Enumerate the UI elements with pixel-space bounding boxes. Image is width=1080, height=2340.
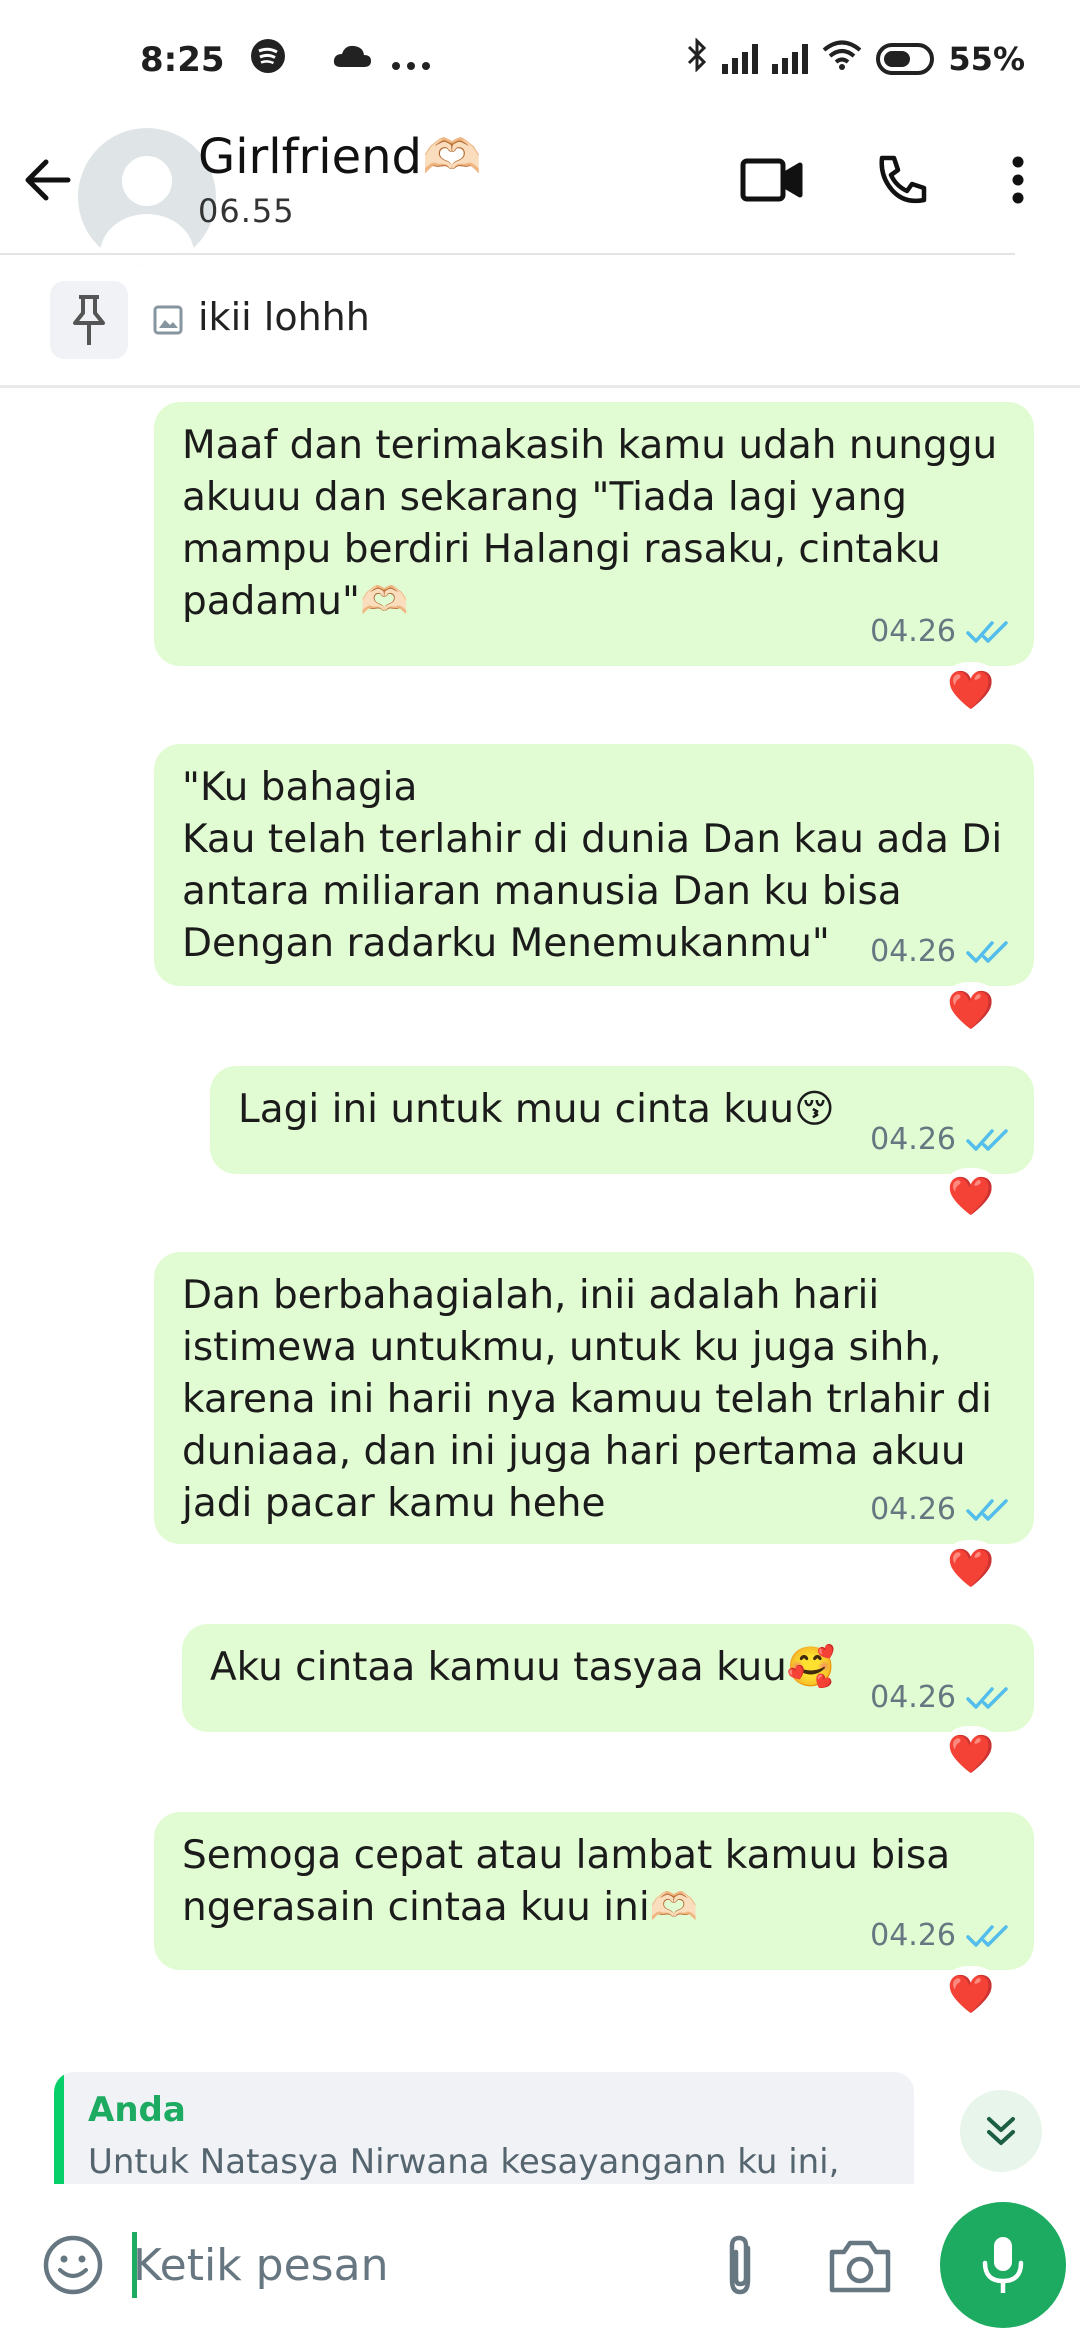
status-bar: 8:25 55% xyxy=(0,0,1080,120)
message-time: 04.26 xyxy=(870,1680,956,1715)
avatar-head-shape xyxy=(122,156,172,206)
more-dots-icon xyxy=(391,40,431,80)
double-chevron-down-icon xyxy=(987,2117,1015,2145)
contact-last-seen: 06.55 xyxy=(198,192,295,230)
contact-name[interactable]: Girlfriend🫶🏻 xyxy=(198,128,482,185)
heart-reaction-icon: ❤️ xyxy=(947,1971,995,2016)
paperclip-icon[interactable] xyxy=(712,2234,772,2298)
read-ticks-icon xyxy=(966,1925,1008,1947)
outgoing-message[interactable]: Lagi ini untuk muu cinta kuu😚 04.26 xyxy=(210,1066,1034,1174)
message-meta: 04.26 xyxy=(870,1672,1012,1724)
pin-icon[interactable] xyxy=(50,281,128,359)
reaction-badge[interactable]: ❤️ xyxy=(940,1540,1002,1596)
outgoing-message[interactable]: Aku cintaa kamuu tasyaa kuu🥰 04.26 xyxy=(182,1624,1034,1732)
heart-reaction-icon: ❤️ xyxy=(947,1545,995,1590)
status-time: 8:25 xyxy=(140,40,225,80)
reply-author: Anda xyxy=(88,2090,186,2130)
reply-preview[interactable]: Anda Untuk Natasya Nirwana kesayangann k… xyxy=(54,2072,914,2184)
read-ticks-icon xyxy=(966,1129,1008,1151)
message-meta: 04.26 xyxy=(870,606,1012,658)
battery-icon xyxy=(876,43,935,75)
reaction-badge[interactable]: ❤️ xyxy=(940,1168,1002,1224)
microphone-icon xyxy=(982,2237,1024,2293)
reaction-badge[interactable]: ❤️ xyxy=(940,1966,1002,2022)
message-time: 04.26 xyxy=(870,934,956,969)
status-indicators: 55% xyxy=(686,37,1025,80)
read-ticks-icon xyxy=(966,1687,1008,1709)
outgoing-message[interactable]: "Ku bahagia Kau telah terlahir di dunia … xyxy=(154,744,1034,986)
heart-reaction-icon: ❤️ xyxy=(947,987,995,1032)
pinned-message-bar[interactable]: ikii lohhh xyxy=(0,255,1080,387)
message-meta: 04.26 xyxy=(870,1114,1012,1166)
chat-header: Girlfriend🫶🏻 06.55 xyxy=(0,120,1080,266)
outgoing-message[interactable]: Maaf dan terimakasih kamu udah nunggu ak… xyxy=(154,402,1034,666)
scroll-to-bottom-button[interactable] xyxy=(960,2090,1042,2172)
pinned-message-text: ikii lohhh xyxy=(198,295,370,339)
message-composer xyxy=(0,2190,1080,2340)
read-ticks-icon xyxy=(966,621,1008,643)
phone-call-icon[interactable] xyxy=(866,144,938,216)
message-time: 04.26 xyxy=(870,1492,956,1527)
video-call-icon[interactable] xyxy=(736,144,808,216)
heart-reaction-icon: ❤️ xyxy=(947,1173,995,1218)
camera-icon[interactable] xyxy=(828,2236,892,2296)
message-time: 04.26 xyxy=(870,1918,956,1953)
more-vert-icon[interactable] xyxy=(982,144,1054,216)
message-meta: 04.26 xyxy=(870,1910,1012,1962)
message-input[interactable] xyxy=(133,2230,693,2300)
avatar[interactable] xyxy=(78,128,216,266)
voice-record-button[interactable] xyxy=(940,2202,1066,2328)
reply-text: Untuk Natasya Nirwana kesayangann ku ini… xyxy=(88,2142,840,2182)
signal-icon xyxy=(722,44,759,74)
heart-reaction-icon: ❤️ xyxy=(947,667,995,712)
signal-icon xyxy=(772,44,809,74)
reaction-badge[interactable]: ❤️ xyxy=(940,662,1002,718)
image-icon xyxy=(153,305,183,335)
message-time: 04.26 xyxy=(870,614,956,649)
message-meta: 04.26 xyxy=(870,1484,1012,1536)
cloud-icon xyxy=(331,40,373,80)
outgoing-message[interactable]: Dan berbahagialah, inii adalah harii ist… xyxy=(154,1252,1034,1544)
contact-name-emoji: 🫶🏻 xyxy=(422,129,482,185)
reaction-badge[interactable]: ❤️ xyxy=(940,982,1002,1038)
read-ticks-icon xyxy=(966,1499,1008,1521)
read-ticks-icon xyxy=(966,941,1008,963)
message-list[interactable]: Maaf dan terimakasih kamu udah nunggu ak… xyxy=(0,388,1080,2188)
message-time: 04.26 xyxy=(870,1122,956,1157)
emoji-icon[interactable] xyxy=(42,2234,104,2296)
message-text: Maaf dan terimakasih kamu udah nunggu ak… xyxy=(182,423,1010,624)
spotify-icon xyxy=(249,37,287,84)
back-arrow-icon[interactable] xyxy=(18,150,78,210)
message-meta: 04.26 xyxy=(870,926,1012,978)
outgoing-message[interactable]: Semoga cepat atau lambat kamuu bisa nger… xyxy=(154,1812,1034,1970)
reply-accent-bar xyxy=(54,2072,64,2184)
heart-reaction-icon: ❤️ xyxy=(947,1731,995,1776)
bluetooth-icon xyxy=(686,37,708,80)
wifi-icon xyxy=(822,39,862,79)
battery-percent: 55% xyxy=(948,40,1025,78)
reaction-badge[interactable]: ❤️ xyxy=(940,1726,1002,1782)
contact-name-text: Girlfriend xyxy=(198,129,422,185)
